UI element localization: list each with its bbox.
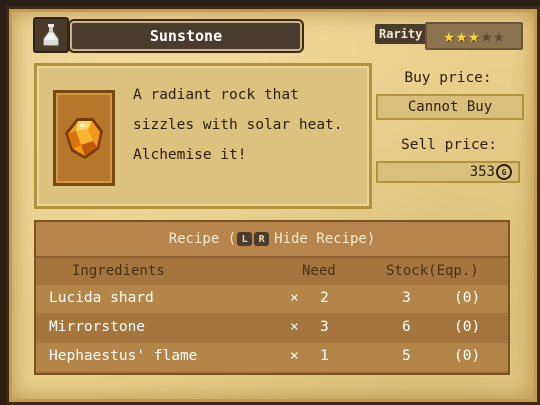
recipe-title: Recipe (: [168, 231, 237, 247]
equipped-count: (0): [454, 290, 481, 306]
rarity-label: Rarity: [375, 24, 427, 44]
ingredient-name: Lucida shard: [49, 290, 154, 306]
rarity-star-3: ★: [468, 24, 480, 47]
sell-price-value: 353 G: [376, 161, 520, 183]
rarity-star-2: ★: [455, 24, 468, 47]
buy-price-value: Cannot Buy: [376, 94, 524, 120]
r-button-icon: R: [254, 232, 270, 246]
potion-flask-icon: [43, 24, 59, 46]
ingredient-name: Hephaestus' flame: [49, 348, 198, 364]
times-sign: ×: [290, 319, 299, 335]
stock-count: 3: [402, 290, 411, 306]
stock-count: 5: [402, 348, 411, 364]
item-name-field: Sunstone: [70, 21, 302, 51]
recipe-row[interactable]: Lucida shard × 2 3 (0): [36, 285, 508, 313]
buy-price-label: Buy price:: [404, 70, 492, 86]
buy-price-text: Cannot Buy: [407, 99, 493, 115]
sell-price-text: 353: [469, 164, 495, 180]
rarity-star-1: ★: [443, 24, 455, 47]
l-button-icon: L: [237, 232, 253, 246]
times-sign: ×: [290, 348, 299, 364]
rarity-star-4: ★: [480, 24, 493, 47]
rarity-star-5: ★: [493, 24, 505, 47]
item-description-panel: A radiant rock that sizzles with solar h…: [34, 63, 372, 209]
recipe-header[interactable]: Recipe ( L R Hide Recipe): [36, 222, 508, 258]
need-count: 2: [320, 290, 329, 306]
column-ingredients: Ingredients: [72, 263, 165, 279]
hide-recipe-label: Hide Recipe): [274, 231, 376, 247]
column-need: Need: [302, 263, 336, 279]
ingredient-name: Mirrorstone: [49, 319, 146, 335]
gold-coin-icon: G: [496, 164, 512, 180]
sell-price-label: Sell price:: [400, 137, 498, 153]
item-category-slot: [33, 17, 69, 53]
column-stock: Stock(Eqp.): [386, 263, 479, 279]
need-count: 3: [320, 319, 329, 335]
sunstone-gem-icon: [65, 118, 103, 159]
item-description: A radiant rock that sizzles with solar h…: [133, 87, 343, 163]
recipe-row[interactable]: Mirrorstone × 3 6 (0): [36, 314, 508, 342]
need-count: 1: [320, 348, 329, 364]
equipped-count: (0): [454, 319, 481, 335]
recipe-panel: Recipe ( L R Hide Recipe) Ingredients Ne…: [34, 220, 510, 375]
rarity-stars: ★ ★ ★ ★ ★: [425, 22, 523, 50]
recipe-row[interactable]: Hephaestus' flame × 1 5 (0): [36, 343, 508, 371]
item-icon-frame: [53, 90, 115, 186]
stock-count: 6: [402, 319, 411, 335]
equipped-count: (0): [454, 348, 481, 364]
times-sign: ×: [290, 290, 299, 306]
